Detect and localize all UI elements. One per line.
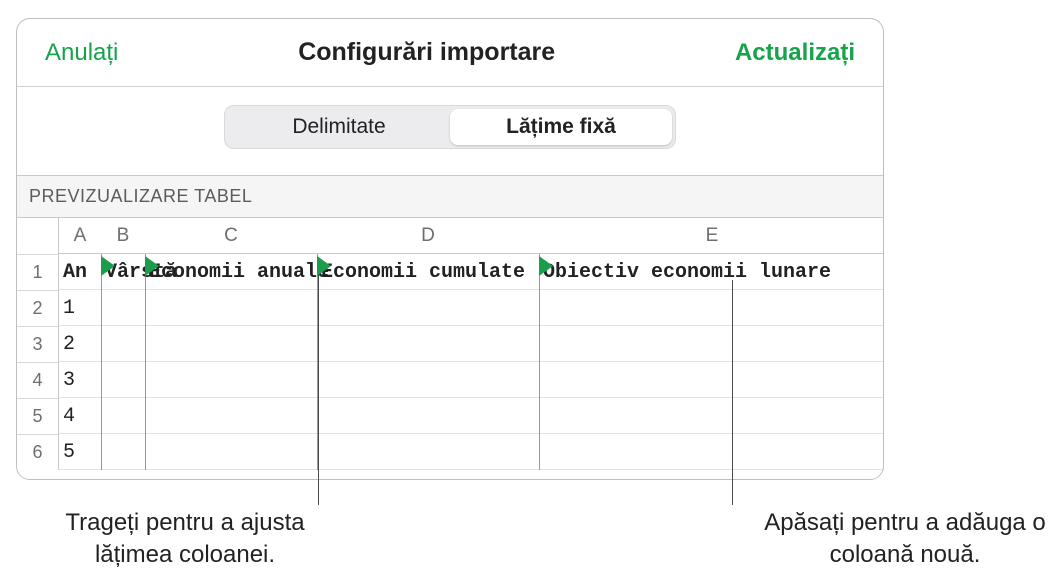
- row-number-blank: [17, 218, 58, 254]
- column-header-row: A B C D E: [59, 218, 883, 254]
- callout-text: Trageți pentru a ajusta lățimea coloanei…: [65, 509, 304, 568]
- segmented-control-wrap: Delimitate Lățime fixă: [17, 87, 883, 149]
- import-settings-sheet: Anulați Configurări importare Actualizaț…: [16, 18, 884, 480]
- callout-left: Trageți pentru a ajusta lățimea coloanei…: [30, 507, 340, 572]
- row-number: 4: [17, 362, 58, 398]
- callout-line-left: [318, 257, 319, 505]
- cell-D1: Economii cumulate: [317, 254, 557, 290]
- cell: 5: [59, 434, 101, 470]
- column-header-C[interactable]: C: [145, 218, 317, 254]
- cell-E1: Obiectiv economii lunare: [539, 254, 883, 290]
- row-number-gutter: 1 2 3 4 5 6: [17, 218, 59, 470]
- column-header-D[interactable]: D: [317, 218, 539, 254]
- column-separator-handle[interactable]: [539, 254, 540, 470]
- callout-right: Apăsați pentru a adăuga o coloană nouă.: [760, 507, 1048, 572]
- callout-text: Apăsați pentru a adăuga o coloană nouă.: [764, 509, 1046, 568]
- row-number: 3: [17, 326, 58, 362]
- cell-C1: Economii anuale: [145, 254, 345, 290]
- table-row: 5: [59, 434, 883, 470]
- row-number: 2: [17, 290, 58, 326]
- segment-fixed-width[interactable]: Lățime fixă: [450, 109, 672, 145]
- column-header-A[interactable]: A: [59, 218, 101, 254]
- segment-delimited[interactable]: Delimitate: [228, 109, 450, 145]
- callout-line-right: [732, 280, 733, 505]
- cancel-button[interactable]: Anulați: [43, 35, 120, 71]
- table-header-row: An Vârstă Economii anuale Economii cumul…: [59, 254, 883, 290]
- column-separator-handle[interactable]: [145, 254, 146, 470]
- cell: 2: [59, 326, 101, 362]
- column-separator-handle[interactable]: [317, 254, 318, 470]
- sheet-title: Configurări importare: [298, 38, 555, 67]
- row-number: 6: [17, 434, 58, 470]
- table-row: 3: [59, 362, 883, 398]
- preview-section-label: PREVIZUALIZARE TABEL: [17, 175, 883, 218]
- segmented-control[interactable]: Delimitate Lățime fixă: [224, 105, 676, 149]
- update-button[interactable]: Actualizați: [733, 35, 857, 71]
- row-number: 1: [17, 254, 58, 290]
- table-row: 2: [59, 326, 883, 362]
- cell-area[interactable]: An Vârstă Economii anuale Economii cumul…: [59, 254, 883, 470]
- cell: 4: [59, 398, 101, 434]
- row-number: 5: [17, 398, 58, 434]
- column-separator-handle[interactable]: [101, 254, 102, 470]
- table-row: 4: [59, 398, 883, 434]
- column-header-B[interactable]: B: [101, 218, 145, 254]
- table-preview[interactable]: 1 2 3 4 5 6 A B C D E An Vârstă Economii…: [17, 218, 883, 470]
- cell-A1: An: [59, 254, 101, 290]
- table-row: 1: [59, 290, 883, 326]
- column-header-E[interactable]: E: [539, 218, 883, 254]
- cell: 1: [59, 290, 101, 326]
- cell: 3: [59, 362, 101, 398]
- sheet-header: Anulați Configurări importare Actualizaț…: [17, 19, 883, 87]
